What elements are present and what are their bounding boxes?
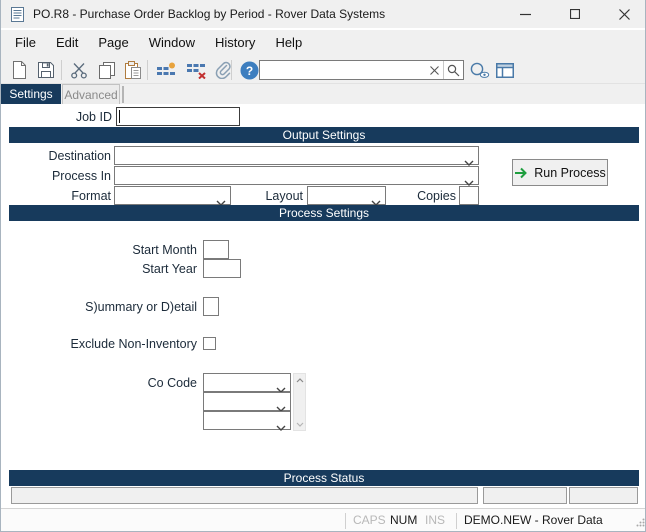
format-select[interactable] bbox=[114, 186, 231, 206]
cut-icon[interactable] bbox=[67, 59, 91, 81]
co-code-scrollbar[interactable] bbox=[293, 373, 306, 431]
process-in-label: Process In bbox=[51, 169, 111, 183]
lookup-eye-icon[interactable] bbox=[467, 59, 491, 81]
search-input[interactable] bbox=[260, 62, 425, 78]
layout-select[interactable] bbox=[307, 186, 386, 206]
run-process-button[interactable]: Run Process bbox=[512, 159, 608, 186]
ins-indicator: INS bbox=[425, 513, 446, 527]
delete-row-icon[interactable] bbox=[183, 59, 209, 81]
maximize-button[interactable] bbox=[552, 0, 598, 28]
run-arrow-icon bbox=[515, 167, 528, 178]
copies-label: Copies bbox=[417, 189, 456, 203]
toolbar-separator bbox=[147, 60, 148, 80]
menu-file[interactable]: File bbox=[5, 30, 46, 56]
tab-advanced[interactable]: Advanced bbox=[62, 84, 120, 104]
co-code-select[interactable] bbox=[203, 392, 291, 412]
layout-view-icon[interactable] bbox=[493, 59, 517, 81]
svg-text:?: ? bbox=[245, 63, 252, 77]
start-month-label: Start Month bbox=[132, 243, 197, 257]
minimize-button[interactable] bbox=[502, 0, 548, 28]
menu-history[interactable]: History bbox=[205, 30, 265, 56]
toolbar: ? bbox=[1, 56, 645, 84]
menu-edit[interactable]: Edit bbox=[46, 30, 88, 56]
status-bar: CAPS NUM INS DEMO.NEW - Rover Data Syste… bbox=[1, 508, 645, 531]
form-content: Job ID Output Settings Destination Proce… bbox=[1, 104, 645, 508]
app-document-icon bbox=[11, 7, 24, 27]
process-in-select[interactable] bbox=[114, 166, 479, 186]
scroll-down-icon[interactable] bbox=[294, 418, 305, 430]
process-status-field bbox=[483, 487, 567, 504]
statusbar-separator bbox=[345, 513, 346, 529]
co-code-select[interactable] bbox=[203, 411, 291, 431]
toolbar-search bbox=[259, 60, 464, 80]
session-label: DEMO.NEW - Rover Data Systems bbox=[464, 513, 603, 527]
output-settings-header: Output Settings bbox=[9, 127, 639, 143]
search-icon[interactable] bbox=[443, 61, 463, 79]
menu-help[interactable]: Help bbox=[265, 30, 312, 56]
search-clear-icon[interactable] bbox=[425, 61, 443, 79]
text-caret bbox=[119, 110, 120, 123]
num-indicator: NUM bbox=[390, 513, 418, 527]
resize-grip[interactable] bbox=[636, 516, 645, 530]
tab-strip: Settings Advanced bbox=[1, 84, 645, 104]
copy-icon[interactable] bbox=[95, 59, 119, 81]
menu-bar: File Edit Page Window History Help bbox=[1, 30, 645, 56]
job-id-input[interactable] bbox=[116, 107, 240, 126]
tab-divider bbox=[122, 86, 124, 103]
process-settings-header: Process Settings bbox=[9, 205, 639, 221]
process-status-header: Process Status bbox=[9, 470, 639, 486]
start-month-input[interactable] bbox=[203, 240, 229, 259]
scroll-up-icon[interactable] bbox=[294, 374, 305, 386]
co-code-label: Co Code bbox=[147, 376, 197, 390]
add-row-icon[interactable] bbox=[153, 59, 179, 81]
close-button[interactable] bbox=[601, 0, 645, 28]
toolbar-separator bbox=[231, 60, 232, 80]
format-label: Format bbox=[71, 189, 111, 203]
statusbar-separator bbox=[456, 513, 457, 529]
destination-label: Destination bbox=[48, 149, 111, 163]
new-document-icon[interactable] bbox=[7, 59, 31, 81]
job-id-label: Job ID bbox=[75, 110, 112, 124]
destination-select[interactable] bbox=[114, 146, 479, 166]
start-year-input[interactable] bbox=[203, 259, 241, 278]
exclude-non-inventory-label: Exclude Non-Inventory bbox=[70, 337, 197, 351]
caps-indicator: CAPS bbox=[353, 513, 386, 527]
summary-or-detail-input[interactable] bbox=[203, 297, 219, 316]
menu-page[interactable]: Page bbox=[88, 30, 138, 56]
layout-label: Layout bbox=[265, 189, 303, 203]
menu-window[interactable]: Window bbox=[139, 30, 205, 56]
paste-icon[interactable] bbox=[121, 59, 145, 81]
app-window: PO.R8 - Purchase Order Backlog by Period… bbox=[0, 0, 646, 532]
help-icon[interactable]: ? bbox=[237, 59, 261, 81]
process-status-field bbox=[11, 487, 478, 504]
co-code-select[interactable] bbox=[203, 373, 291, 393]
run-process-label: Run Process bbox=[534, 165, 606, 180]
title-bar: PO.R8 - Purchase Order Backlog by Period… bbox=[1, 0, 645, 28]
toolbar-separator bbox=[61, 60, 62, 80]
process-status-field bbox=[569, 487, 638, 504]
save-icon[interactable] bbox=[34, 59, 58, 81]
summary-or-detail-label: S)ummary or D)etail bbox=[85, 300, 197, 314]
window-title: PO.R8 - Purchase Order Backlog by Period… bbox=[33, 7, 386, 21]
chevron-down-icon bbox=[276, 418, 286, 436]
tab-settings[interactable]: Settings bbox=[1, 84, 61, 104]
exclude-non-inventory-checkbox[interactable] bbox=[203, 337, 216, 350]
copies-input[interactable] bbox=[459, 186, 479, 205]
start-year-label: Start Year bbox=[142, 262, 197, 276]
